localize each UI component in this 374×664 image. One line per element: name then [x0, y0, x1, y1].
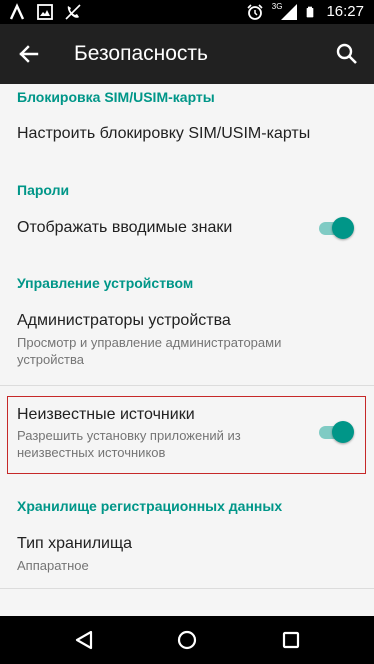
search-icon[interactable]	[334, 41, 360, 67]
category-device-admin: Управление устройством	[17, 275, 194, 291]
recents-square-icon[interactable]	[280, 629, 302, 651]
arrow-back-icon[interactable]	[16, 41, 42, 67]
show-passwords-title: Отображать вводимые знаки	[17, 219, 233, 236]
home-circle-icon[interactable]	[176, 629, 198, 651]
category-credential-storage: Хранилище регистрационных данных	[17, 498, 283, 514]
divider	[0, 588, 374, 589]
list-item-sim-lock[interactable]: Настроить блокировку SIM/USIM-карты	[0, 108, 374, 160]
page-title: Безопасность	[74, 42, 208, 65]
battery-icon	[307, 6, 314, 18]
divider	[0, 385, 374, 386]
status-bar: 3G 16:27	[0, 0, 374, 24]
storage-type-value: Аппаратное	[17, 558, 89, 573]
list-item-show-passwords[interactable]: Отображать вводимые знаки	[0, 202, 374, 254]
list-item-device-admins[interactable]: Администраторы устройства Просмотр и упр…	[0, 296, 374, 384]
navigation-bar	[0, 616, 374, 664]
show-passwords-toggle[interactable]	[316, 215, 354, 241]
category-passwords: Пароли	[17, 182, 70, 198]
toggle-thumb	[332, 217, 354, 239]
list-item-storage-type[interactable]: Тип хранилища Аппаратное	[0, 520, 374, 582]
device-admins-summary: Просмотр и управление администраторами у…	[17, 335, 282, 367]
alarm-icon	[247, 4, 263, 20]
device-admins-title: Администраторы устройства	[17, 312, 231, 329]
storage-type-title: Тип хранилища	[17, 535, 133, 552]
clock: 16:27	[326, 3, 364, 20]
image-icon	[37, 4, 53, 20]
app-bar: Безопасность	[0, 24, 374, 84]
network-type-label: 3G	[271, 1, 283, 11]
sim-lock-title: Настроить блокировку SIM/USIM-карты	[17, 125, 311, 142]
category-sim-lock: Блокировка SIM/USIM-карты	[17, 89, 215, 105]
call-off-icon	[65, 4, 81, 20]
highlight-box	[7, 396, 366, 474]
lambda-icon	[9, 3, 25, 20]
back-triangle-icon[interactable]	[73, 629, 95, 651]
settings-list: Блокировка SIM/USIM-карты Настроить блок…	[0, 84, 374, 616]
signal-icon	[281, 4, 298, 20]
